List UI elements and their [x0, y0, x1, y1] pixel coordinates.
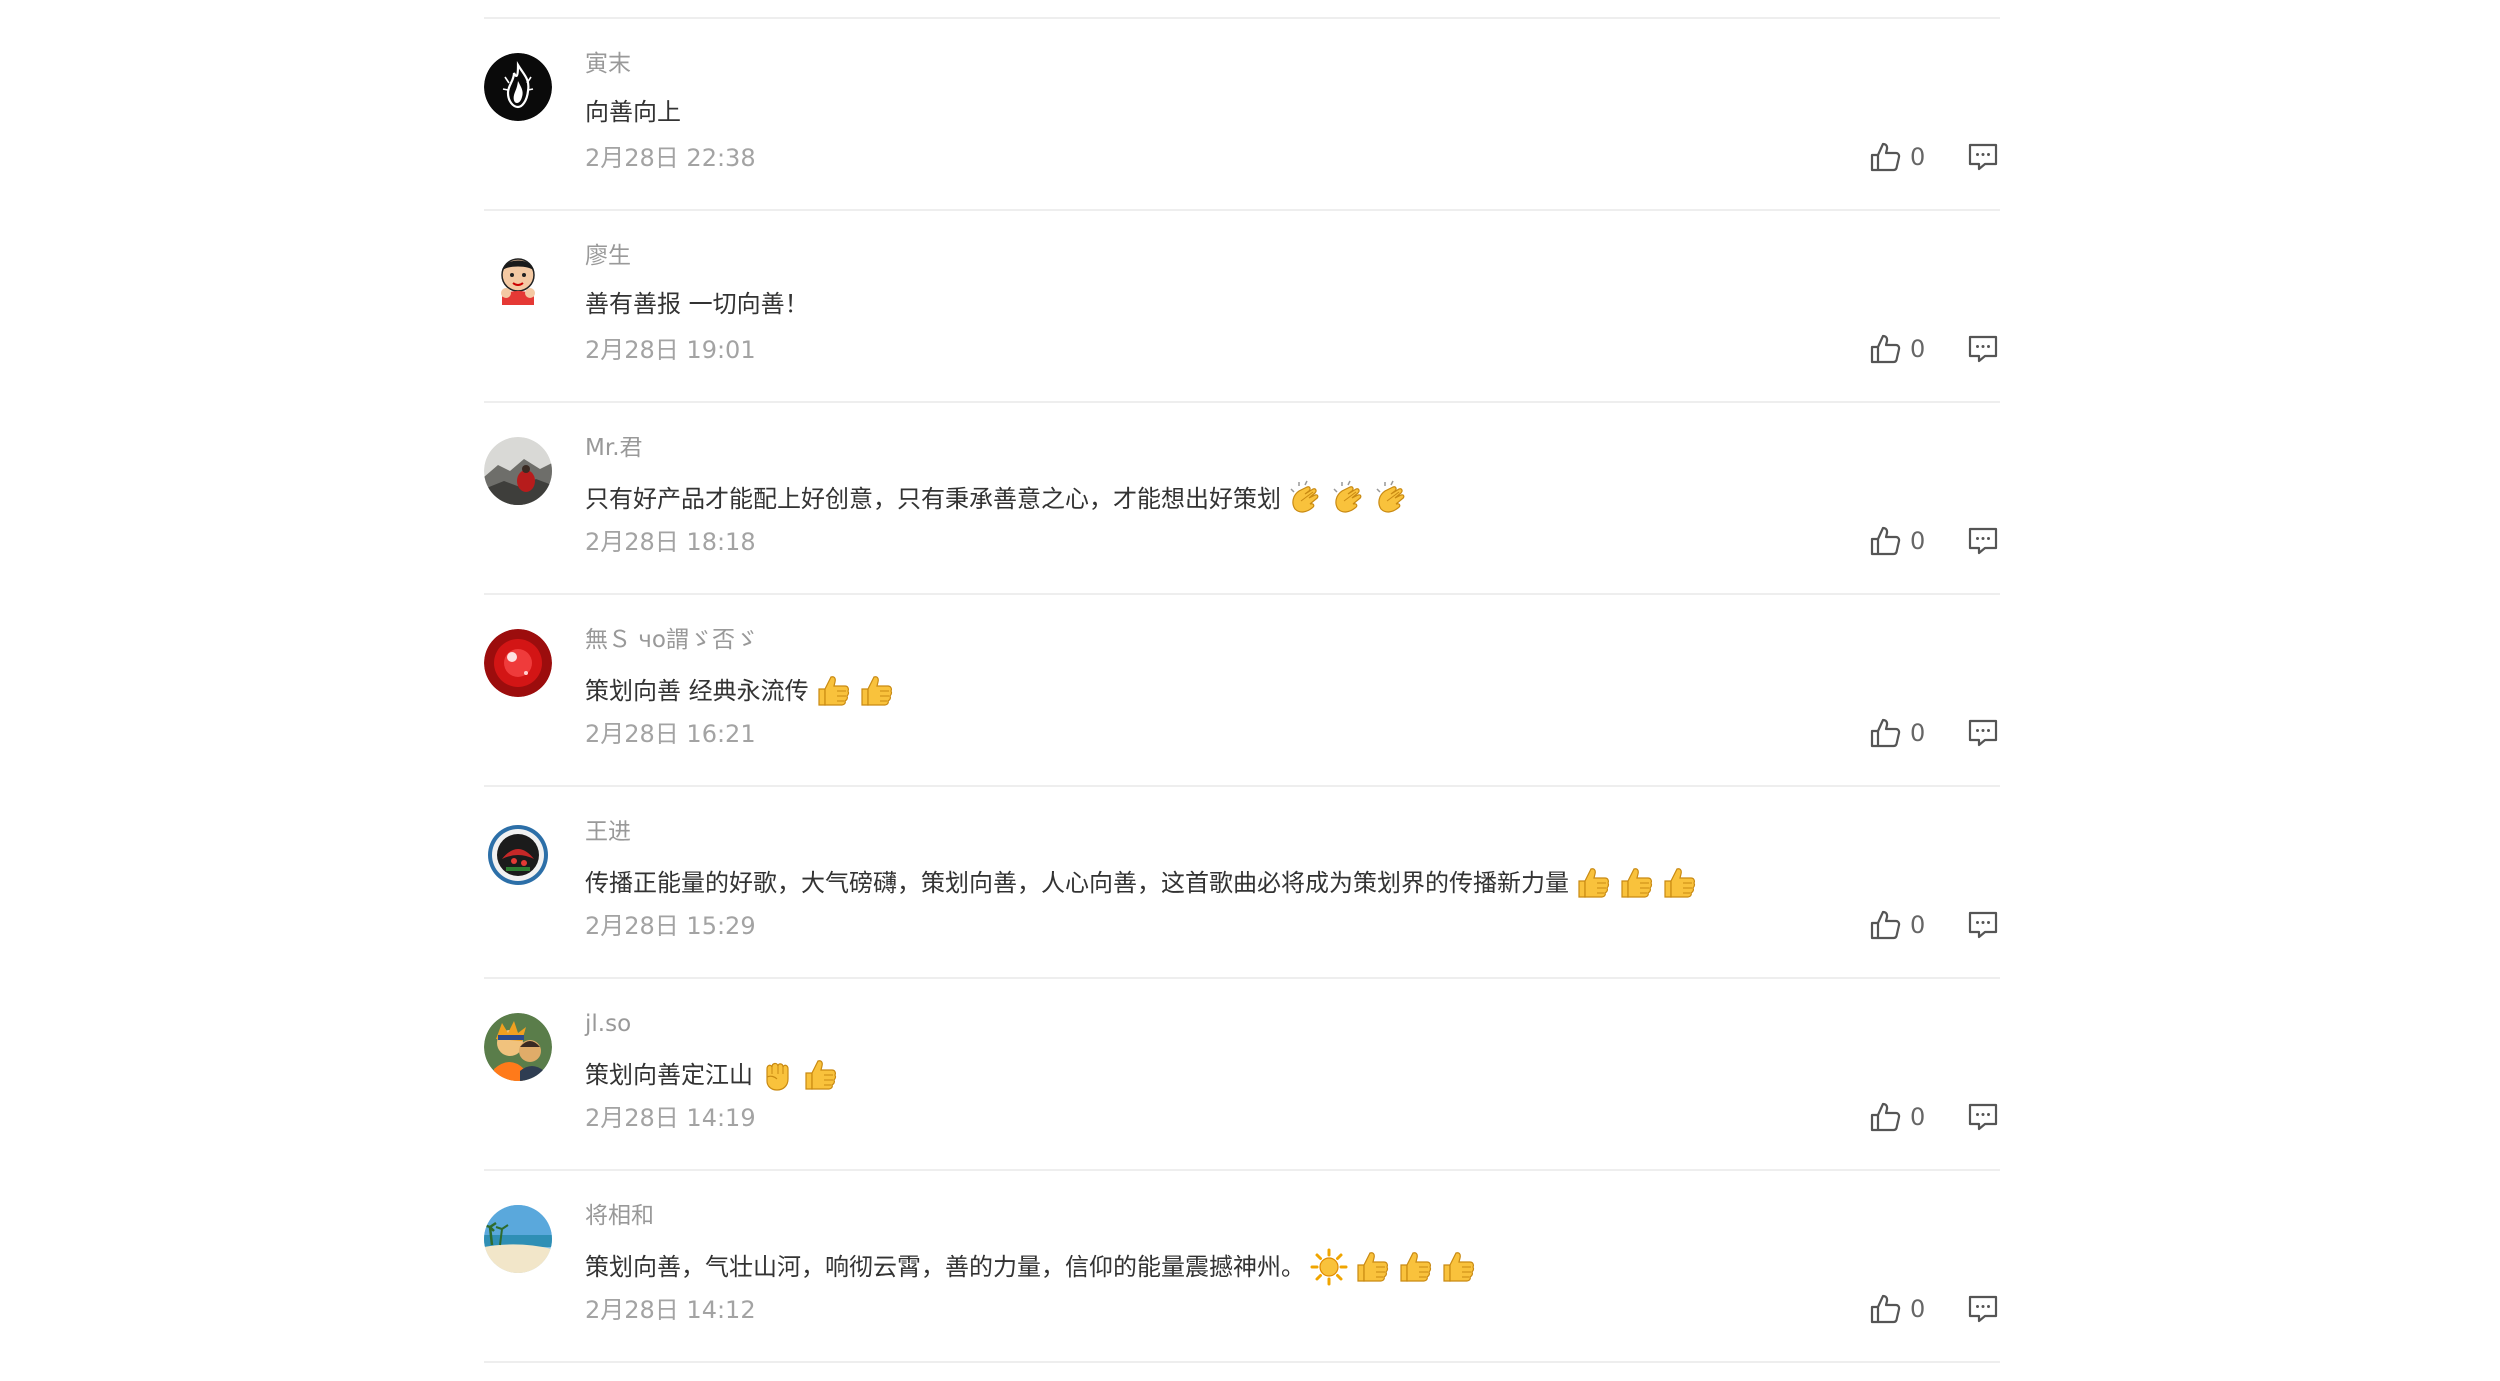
thumbs-up-outline-icon [1868, 332, 1902, 366]
comment-bubble-icon [1966, 1292, 2000, 1326]
comment-username[interactable]: Mr.君 [585, 433, 643, 463]
like-button[interactable]: 0 [1868, 715, 1925, 751]
clapping-hands-emoji [1371, 479, 1411, 519]
comment-time: 2月28日 22:38 [585, 144, 756, 172]
comment-text: 善有善报 一切向善！ [585, 290, 809, 318]
reply-button[interactable] [1966, 524, 2000, 558]
avatar[interactable] [484, 1205, 552, 1273]
thumbs-up-outline-icon [1868, 716, 1902, 750]
comment-text: 策划向善，气壮山河，响彻云霄，善的力量，信仰的能量震撼神州。 [585, 1253, 1305, 1281]
comment-text: 只有好产品才能配上好创意，只有秉承善意之心，才能想出好策划 [585, 485, 1281, 513]
like-button[interactable]: 0 [1868, 523, 1925, 559]
like-count: 0 [1910, 911, 1926, 939]
emoji-group [1573, 863, 1702, 903]
emoji-group [1309, 1247, 1481, 1287]
comment-time: 2月28日 14:19 [585, 1104, 756, 1132]
comment-username[interactable]: jl.so [585, 1009, 631, 1039]
avatar[interactable] [484, 821, 552, 889]
thumbs-up-outline-icon [1868, 1292, 1902, 1326]
comment-bubble-icon [1966, 908, 2000, 942]
like-button[interactable]: 0 [1868, 1291, 1925, 1327]
like-count: 0 [1910, 143, 1926, 171]
like-count: 0 [1910, 1295, 1926, 1323]
comment-content: 策划向善，气壮山河，响彻云霄，善的力量，信仰的能量震撼神州。 [585, 1247, 1481, 1287]
reply-button[interactable] [1966, 332, 2000, 366]
like-button[interactable]: 0 [1868, 1099, 1925, 1135]
comment-time: 2月28日 14:12 [585, 1296, 756, 1324]
comment-content: 向善向上 [585, 95, 681, 129]
comment-bubble-icon [1966, 140, 2000, 174]
comment-item: 寅末 向善向上 2月28日 22:38 0 [484, 19, 2000, 211]
thumbs-up-emoji [1438, 1247, 1478, 1287]
thumbs-up-emoji [1573, 863, 1613, 903]
comment-bubble-icon [1966, 332, 2000, 366]
thumbs-up-emoji [813, 671, 853, 711]
like-button[interactable]: 0 [1868, 331, 1925, 367]
comment-item: 王进 传播正能量的好歌，大气磅礴，策划向善，人心向善，这首歌曲必将成为策划界的传… [484, 787, 2000, 979]
like-button[interactable]: 0 [1868, 907, 1925, 943]
thumbs-up-emoji [800, 1055, 840, 1095]
avatar[interactable] [484, 629, 552, 697]
avatar[interactable] [484, 437, 552, 505]
reply-button[interactable] [1966, 716, 2000, 750]
reply-button[interactable] [1966, 1100, 2000, 1134]
avatar[interactable] [484, 1013, 552, 1081]
comment-username[interactable]: 無Ｓ чo謂ゞ否ゞ [585, 625, 758, 655]
like-count: 0 [1910, 335, 1926, 363]
thumbs-up-outline-icon [1868, 1100, 1902, 1134]
comment-username[interactable]: 将相和 [585, 1201, 654, 1231]
thumbs-up-emoji [1395, 1247, 1435, 1287]
comment-username[interactable]: 王进 [585, 817, 631, 847]
comment-content: 只有好产品才能配上好创意，只有秉承善意之心，才能想出好策划 [585, 479, 1414, 519]
like-count: 0 [1910, 719, 1926, 747]
comment-item: 廖生 善有善报 一切向善！ 2月28日 19:01 0 [484, 211, 2000, 403]
comment-text: 策划向善定江山 [585, 1061, 753, 1089]
thumbs-up-emoji [1659, 863, 1699, 903]
comment-bubble-icon [1966, 1100, 2000, 1134]
comment-item: 無Ｓ чo謂ゞ否ゞ 策划向善 经典永流传 2月28日 16:21 0 [484, 595, 2000, 787]
comment-item: jl.so 策划向善定江山 2月28日 14:19 0 [484, 979, 2000, 1171]
comment-bubble-icon [1966, 716, 2000, 750]
comment-time: 2月28日 18:18 [585, 528, 756, 556]
thumbs-up-emoji [856, 671, 896, 711]
comment-time: 2月28日 19:01 [585, 336, 756, 364]
thumbs-up-outline-icon [1868, 524, 1902, 558]
comment-username[interactable]: 廖生 [585, 241, 631, 271]
comment-item: 将相和 策划向善，气壮山河，响彻云霄，善的力量，信仰的能量震撼神州。 2月28日… [484, 1171, 2000, 1363]
comment-content: 策划向善定江山 [585, 1055, 843, 1095]
like-button[interactable]: 0 [1868, 139, 1925, 175]
raised-fist-emoji [757, 1055, 797, 1095]
comment-content: 策划向善 经典永流传 [585, 671, 899, 711]
like-count: 0 [1910, 527, 1926, 555]
sun-emoji [1309, 1247, 1349, 1287]
avatar[interactable] [484, 245, 552, 313]
clapping-hands-emoji [1285, 479, 1325, 519]
emoji-group [757, 1055, 843, 1095]
reply-button[interactable] [1966, 908, 2000, 942]
comment-bubble-icon [1966, 524, 2000, 558]
emoji-group [813, 671, 899, 711]
comment-content: 善有善报 一切向善！ [585, 287, 809, 321]
comment-time: 2月28日 16:21 [585, 720, 756, 748]
reply-button[interactable] [1966, 140, 2000, 174]
thumbs-up-emoji [1616, 863, 1656, 903]
comment-content: 传播正能量的好歌，大气磅礴，策划向善，人心向善，这首歌曲必将成为策划界的传播新力… [585, 863, 1702, 903]
comment-item: Mr.君 只有好产品才能配上好创意，只有秉承善意之心，才能想出好策划 2月28日… [484, 403, 2000, 595]
clapping-hands-emoji [1328, 479, 1368, 519]
comment-list: 寅末 向善向上 2月28日 22:38 0 廖生 善有善报 一切向善！ 2月28… [484, 17, 2000, 1363]
comment-text: 传播正能量的好歌，大气磅礴，策划向善，人心向善，这首歌曲必将成为策划界的传播新力… [585, 869, 1569, 897]
comment-username[interactable]: 寅末 [585, 49, 631, 79]
reply-button[interactable] [1966, 1292, 2000, 1326]
like-count: 0 [1910, 1103, 1926, 1131]
thumbs-up-outline-icon [1868, 908, 1902, 942]
avatar[interactable] [484, 53, 552, 121]
comment-text: 向善向上 [585, 98, 681, 126]
comment-time: 2月28日 15:29 [585, 912, 756, 940]
emoji-group [1285, 479, 1414, 519]
comment-text: 策划向善 经典永流传 [585, 677, 809, 705]
thumbs-up-outline-icon [1868, 140, 1902, 174]
thumbs-up-emoji [1352, 1247, 1392, 1287]
